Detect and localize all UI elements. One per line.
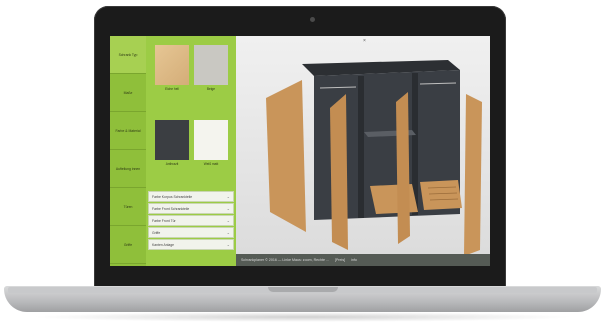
sidebar-item-label: Maße bbox=[123, 90, 133, 95]
sidebar-item-masse[interactable]: Maße bbox=[110, 74, 146, 112]
divider-left bbox=[358, 76, 364, 218]
dropdown-front[interactable]: Farbe Front Schrankteile ⌄ bbox=[148, 203, 234, 214]
swatch-weiss[interactable] bbox=[194, 120, 228, 160]
3d-viewport[interactable]: × bbox=[236, 36, 490, 256]
status-text: Schrankplaner © 2016 — Linke Maus: zoom,… bbox=[241, 258, 329, 262]
laptop-scene: Schrank Typ Maße Farbe & Material Auftei… bbox=[0, 0, 605, 334]
door-left bbox=[266, 80, 306, 232]
laptop-screen: Schrank Typ Maße Farbe & Material Auftei… bbox=[110, 36, 490, 266]
sidebar-item-tueren[interactable]: Türen bbox=[110, 188, 146, 226]
sidebar-item-label: Griffe bbox=[123, 242, 133, 247]
webcam-icon bbox=[310, 17, 315, 22]
dropdown-kanten[interactable]: Kanten Anlage ⌄ bbox=[148, 239, 234, 250]
status-price: [Preis] bbox=[334, 258, 346, 262]
option-dropdowns: Farbe Korpus Schrankteile ⌄ Farbe Front S… bbox=[148, 191, 234, 251]
config-sidebar: Schrank Typ Maße Farbe & Material Auftei… bbox=[110, 36, 146, 266]
drawer-right bbox=[420, 180, 462, 210]
dropdown-label: Farbe Front Tür bbox=[152, 218, 176, 223]
laptop-shadow bbox=[30, 312, 575, 322]
chevron-down-icon: ⌄ bbox=[226, 242, 230, 247]
dropdown-label: Kanten Anlage bbox=[152, 242, 175, 247]
sidebar-item-griffe[interactable]: Griffe bbox=[110, 226, 146, 264]
swatch-label: Beige bbox=[206, 87, 216, 91]
sidebar-item-aufteilung[interactable]: Aufteilung innen bbox=[110, 150, 146, 188]
sidebar-item-farbe-material[interactable]: Farbe & Material bbox=[110, 112, 146, 150]
wardrobe-model bbox=[266, 60, 482, 256]
chevron-down-icon: ⌄ bbox=[226, 230, 230, 235]
status-bar: Schrankplaner © 2016 — Linke Maus: zoom,… bbox=[236, 254, 490, 266]
sidebar-item-label: Aufteilung innen bbox=[115, 166, 141, 171]
dropdown-tuer[interactable]: Farbe Front Tür ⌄ bbox=[148, 215, 234, 226]
swatch-beige[interactable] bbox=[194, 45, 228, 85]
dropdown-label: Farbe Korpus Schrankteile bbox=[152, 194, 193, 199]
sidebar-item-label: Schrank Typ bbox=[118, 52, 138, 57]
door-center-right bbox=[396, 92, 410, 244]
chevron-down-icon: ⌄ bbox=[226, 218, 230, 223]
close-icon[interactable]: × bbox=[363, 38, 366, 44]
door-center bbox=[330, 94, 348, 250]
drawer-middle bbox=[370, 184, 418, 214]
door-right bbox=[464, 94, 482, 256]
sidebar-item-label: Farbe & Material bbox=[115, 128, 141, 133]
dropdown-label: Farbe Front Schrankteile bbox=[152, 206, 190, 211]
status-info: info bbox=[351, 258, 357, 262]
sidebar-item-label: Türen bbox=[123, 204, 133, 209]
material-panel: Eiche hell Beige Anthrazit Weiß matt bbox=[146, 36, 236, 188]
dropdown-griffe[interactable]: Griffe ⌄ bbox=[148, 227, 234, 238]
laptop-notch bbox=[268, 287, 338, 292]
swatch-label: Anthrazit bbox=[165, 162, 179, 166]
dropdown-label: Griffe bbox=[152, 230, 161, 235]
chevron-down-icon: ⌄ bbox=[226, 206, 230, 211]
dropdown-korpus[interactable]: Farbe Korpus Schrankteile ⌄ bbox=[148, 191, 234, 202]
swatch-label: Eiche hell bbox=[165, 87, 179, 91]
swatch-label: Weiß matt bbox=[203, 162, 219, 166]
sidebar-item-schrank-typ[interactable]: Schrank Typ bbox=[110, 36, 146, 74]
swatch-anthrazit[interactable] bbox=[155, 120, 189, 160]
swatch-eiche[interactable] bbox=[155, 45, 189, 85]
chevron-down-icon: ⌄ bbox=[226, 194, 230, 199]
